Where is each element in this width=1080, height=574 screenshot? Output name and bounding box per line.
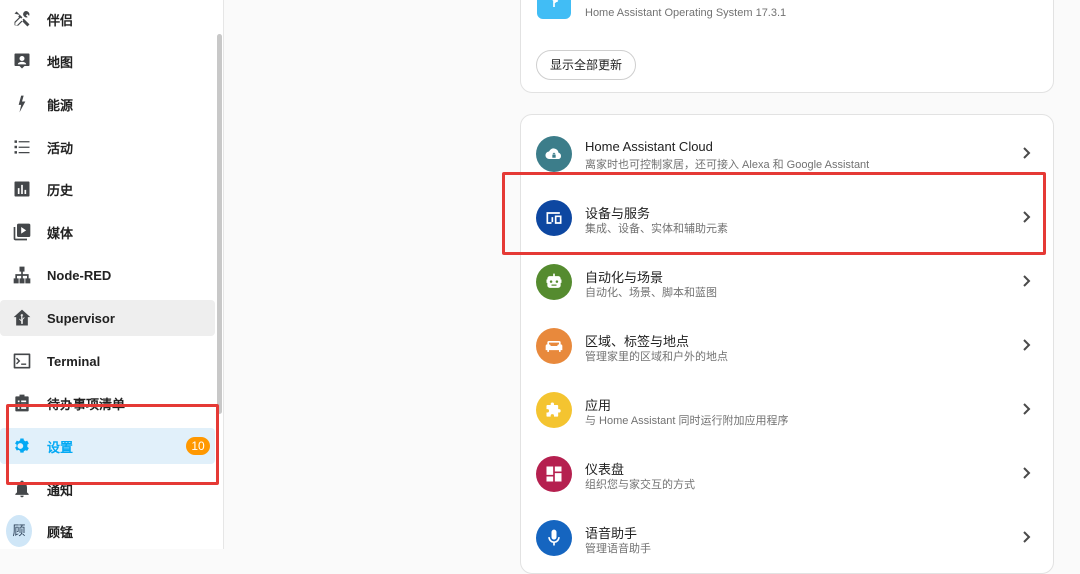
sidebar-item-label: 活动 [47,140,74,156]
settings-row-voice[interactable]: 语音助手 管理语音助手 [521,506,1053,570]
sitemap-icon [12,265,32,285]
sidebar-item-companion[interactable]: 伴侣 [0,1,215,37]
avatar-initial: 顾 [6,515,32,547]
settings-row-title: Home Assistant Cloud [585,139,713,154]
chevron-right-icon [1019,146,1033,160]
sidebar-item-profile[interactable]: 顾 顾锰 [0,513,215,549]
list-icon [12,137,32,157]
settings-row-apps[interactable]: 应用 与 Home Assistant 同时运行附加应用程序 [521,378,1053,442]
sidebar-item-node-red[interactable]: Node-RED [0,257,215,293]
home-assistant-os-icon [537,0,571,19]
sidebar-item-label: Terminal [47,353,101,369]
sidebar-item-label: 媒体 [47,225,74,241]
avatar: 顾 [6,515,32,547]
cloud-lock-icon [536,136,572,172]
sidebar-item-label: 顾锰 [47,524,74,540]
sidebar-item-history[interactable]: 历史 [0,171,215,207]
highlight-box-settings [6,404,219,485]
sidebar-item-label: 历史 [47,182,74,198]
settings-row-subtitle: 自动化、场景、脚本和蓝图 [585,287,717,299]
sidebar-item-media[interactable]: 媒体 [0,214,215,250]
console-icon [12,351,32,371]
settings-row-subtitle: 离家时也可控制家居，还可接入 Alexa 和 Google Assistant [585,159,870,171]
settings-row-dashboards[interactable]: 仪表盘 组织您与家交互的方式 [521,442,1053,506]
sidebar-item-label: Node-RED [47,267,112,283]
update-row-os[interactable]: Home Assistant Operating System 17.3.1 [521,0,1053,21]
sidebar-item-label: 地图 [47,54,74,70]
chevron-right-icon [1019,466,1033,480]
chevron-right-icon [1019,338,1033,352]
settings-row-areas[interactable]: 区域、标签与地点 管理家里的区域和户外的地点 [521,314,1053,378]
sidebar-item-label: 能源 [47,97,74,113]
update-os-version: Home Assistant Operating System 17.3.1 [585,7,787,19]
sidebar-item-energy[interactable]: 能源 [0,86,215,122]
puzzle-icon [536,392,572,428]
lightning-icon [12,94,32,114]
robot-icon [536,264,572,300]
chevron-right-icon [1019,274,1033,288]
show-all-updates-button[interactable]: 显示全部更新 [536,50,637,80]
home-assistant-icon [12,308,32,328]
settings-row-subtitle: 与 Home Assistant 同时运行附加应用程序 [585,415,789,427]
settings-row-subtitle: 管理语音助手 [585,543,651,555]
view-dashboard-icon [536,456,572,492]
sidebar-item-logbook[interactable]: 活动 [0,129,215,165]
settings-row-subtitle: 管理家里的区域和户外的地点 [585,351,728,363]
map-account-icon [12,51,32,71]
sidebar-item-supervisor[interactable]: Supervisor [0,300,215,336]
chart-bar-icon [12,179,32,199]
highlight-box-devices [502,172,1046,255]
settings-row-automations[interactable]: 自动化与场景 自动化、场景、脚本和蓝图 [521,250,1053,314]
play-box-icon [12,222,32,242]
sidebar-item-label: 伴侣 [47,12,74,28]
sidebar-item-label: Supervisor [47,310,115,326]
microphone-icon [536,520,572,556]
tools-icon [12,9,32,29]
sofa-icon [536,328,572,364]
chevron-right-icon [1019,530,1033,544]
sidebar-item-map[interactable]: 地图 [0,43,215,79]
chevron-right-icon [1019,402,1033,416]
sidebar-item-terminal[interactable]: Terminal [0,343,215,379]
sidebar-scrollbar[interactable] [217,34,222,414]
settings-row-subtitle: 组织您与家交互的方式 [585,479,695,491]
updates-card: Home Assistant Operating System 17.3.1 显… [520,0,1054,93]
